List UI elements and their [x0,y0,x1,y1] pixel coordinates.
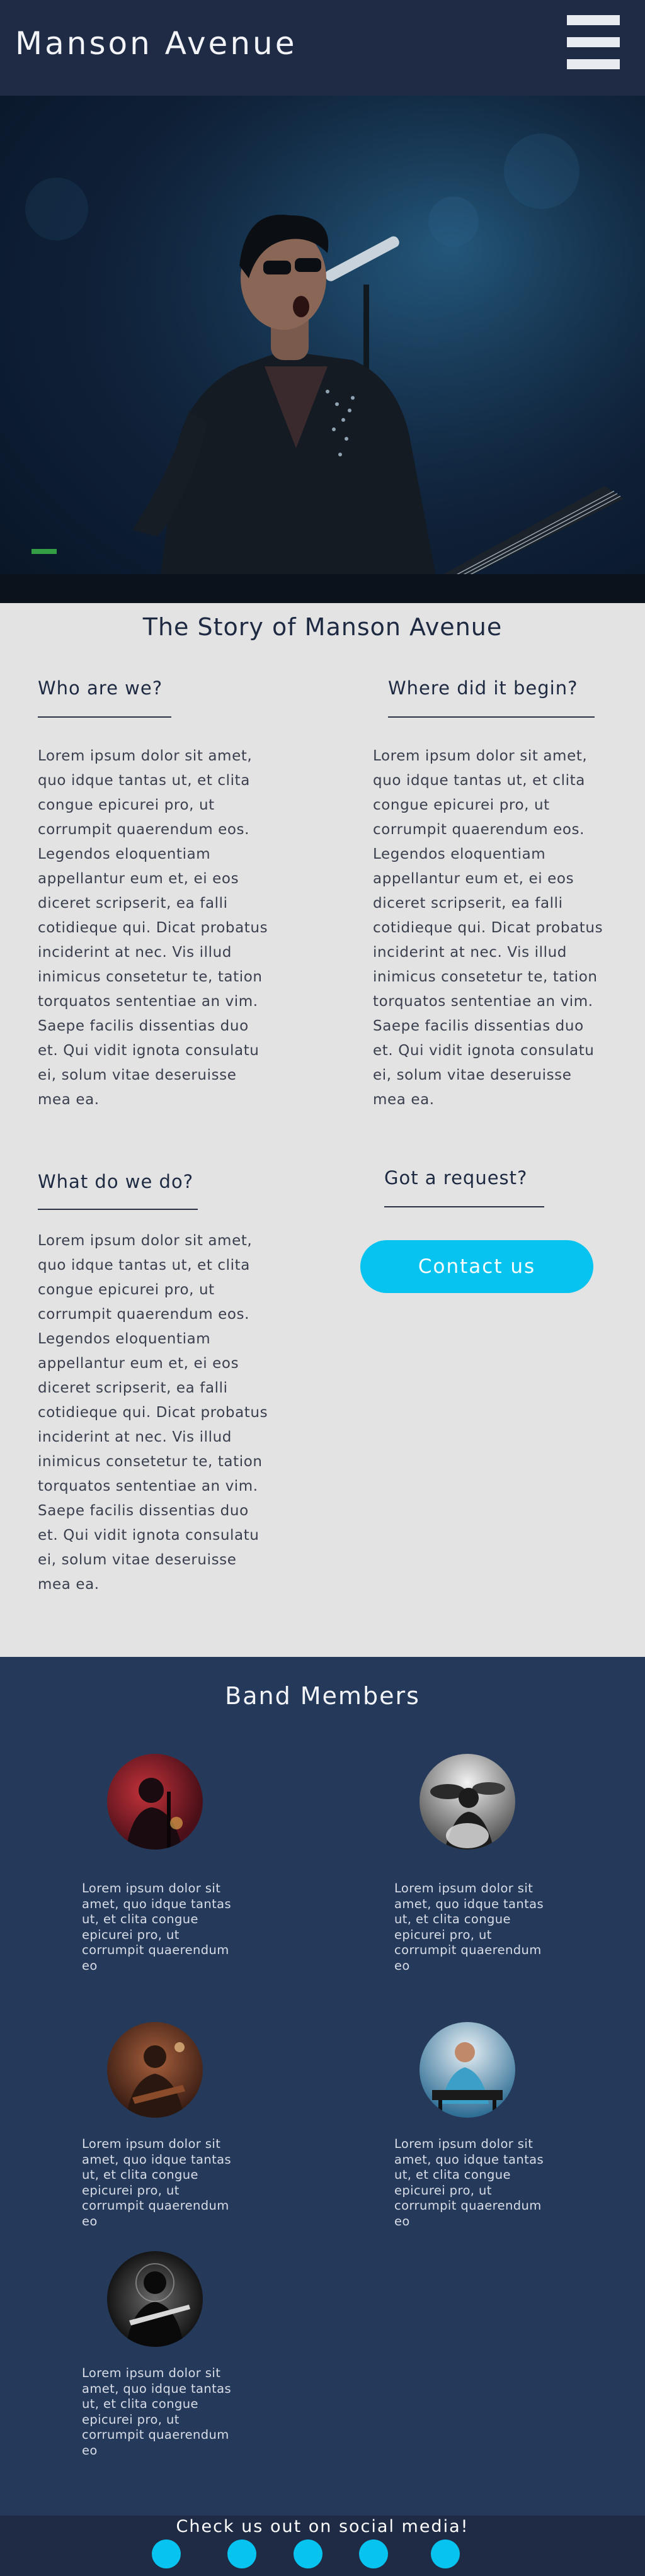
social-icon-4[interactable] [359,2539,388,2568]
member-bio-1: Lorem ipsum dolor sit amet, quo idque ta… [82,1881,232,1973]
social-icon-1[interactable] [152,2539,181,2568]
social-icon-3[interactable] [294,2539,322,2568]
paragraph-what-do-we-do: Lorem ipsum dolor sit amet, quo idque ta… [38,1233,268,1593]
member-photo-guitarist[interactable] [107,2022,203,2118]
divider [388,716,595,718]
heading-got-a-request: Got a request? [384,1167,528,1189]
member-photo-singer[interactable] [107,1754,203,1850]
member-bio-4: Lorem ipsum dolor sit amet, quo idque ta… [394,2137,544,2229]
divider [384,1206,544,1207]
story-title: The Story of Manson Avenue [142,613,503,641]
contact-us-button[interactable]: Contact us [360,1240,593,1293]
paragraph-who-are-we: Lorem ipsum dolor sit amet, quo idque ta… [38,748,268,1108]
member-bio-3: Lorem ipsum dolor sit amet, quo idque ta… [82,2137,232,2229]
hamburger-menu-icon[interactable] [567,15,620,69]
member-bio-5: Lorem ipsum dolor sit amet, quo idque ta… [82,2366,232,2458]
member-photo-keyboardist[interactable] [420,2022,515,2118]
member-photo-drummer[interactable] [420,1754,515,1850]
heading-what-do-we-do: What do we do? [38,1171,194,1192]
divider [38,1209,198,1210]
heading-where-did-it-begin: Where did it begin? [388,677,578,699]
heading-who-are-we: Who are we? [38,677,163,699]
band-members-title: Band Members [225,1682,420,1710]
social-icon-2[interactable] [227,2539,256,2568]
social-media-text: Check us out on social media! [176,2517,469,2536]
member-bio-2: Lorem ipsum dolor sit amet, quo idque ta… [394,1881,544,1973]
hero-image [0,96,645,603]
brand-title[interactable]: Manson Avenue [15,25,297,62]
site-header: Manson Avenue [0,0,645,96]
divider [38,716,171,718]
social-icon-5[interactable] [431,2539,460,2568]
member-photo-bassist[interactable] [107,2251,203,2347]
paragraph-where-did-it-begin: Lorem ipsum dolor sit amet, quo idque ta… [373,748,603,1108]
